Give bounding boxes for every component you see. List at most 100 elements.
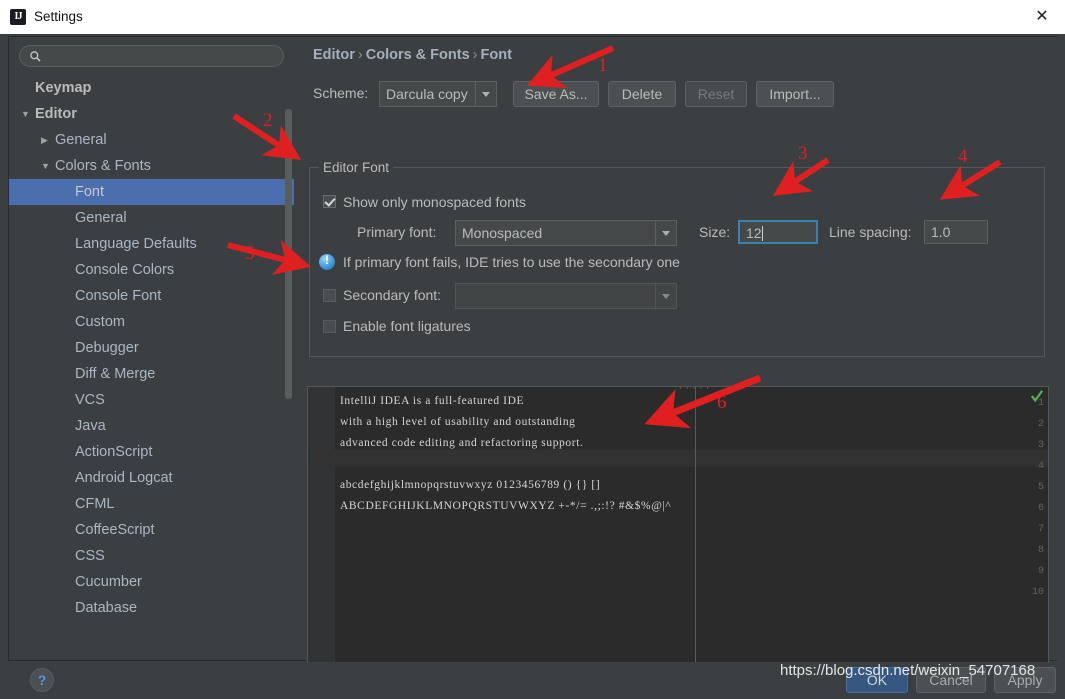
sidebar-item-label: Diff & Merge <box>75 366 156 382</box>
sidebar-item-label: ActionScript <box>75 444 153 460</box>
sidebar-item-label: Custom <box>75 314 125 330</box>
sidebar-item-general[interactable]: ▶ General <box>9 127 294 153</box>
size-label: Size: <box>699 224 731 240</box>
code-line: with a high level of usability and outst… <box>340 416 576 428</box>
sidebar-item-font[interactable]: Font <box>9 179 294 205</box>
sidebar-item-colors-fonts[interactable]: ▼ Colors & Fonts <box>9 153 294 179</box>
text-caret <box>762 226 763 241</box>
annotation-number-2: 2 <box>263 110 273 131</box>
sidebar-item-label: Language Defaults <box>75 236 197 252</box>
sidebar-item-label: Database <box>75 600 138 616</box>
size-input[interactable]: 12 <box>738 220 818 244</box>
help-button[interactable]: ? <box>30 668 54 692</box>
sidebar-item-cfml[interactable]: CFML <box>9 491 294 517</box>
chevron-down-icon[interactable] <box>475 82 496 106</box>
font-ligatures-checkbox[interactable] <box>323 320 336 333</box>
secondary-font-combo[interactable] <box>455 283 677 309</box>
sidebar-item-keymap[interactable]: Keymap <box>9 75 294 101</box>
sidebar-item-general[interactable]: General <box>9 205 294 231</box>
sidebar-item-actionscript[interactable]: ActionScript <box>9 439 294 465</box>
editor-font-group-title: Editor Font <box>319 160 394 175</box>
line-number: 2 <box>1037 419 1044 430</box>
scheme-value: Darcula copy <box>386 86 468 102</box>
chevron-right-icon[interactable]: ▶ <box>41 127 48 153</box>
annotation-number-5: 5 <box>245 243 255 264</box>
line-spacing-input[interactable]: 1.0 <box>924 220 988 244</box>
annotation-number-6: 6 <box>717 392 727 413</box>
sidebar-item-label: Cucumber <box>75 574 142 590</box>
secondary-font-checkbox[interactable] <box>323 289 336 302</box>
sidebar-item-label: Editor <box>35 106 77 122</box>
sidebar-item-label: Android Logcat <box>75 470 173 486</box>
chevron-down-icon[interactable]: ▼ <box>41 153 50 179</box>
sidebar-item-label: CoffeeScript <box>75 522 155 538</box>
code-line: ABCDEFGHIJKLMNOPQRSTUVWXYZ +-*/= .,;:!? … <box>340 500 672 512</box>
sidebar-item-console-font[interactable]: Console Font <box>9 283 294 309</box>
sidebar-item-label: Console Font <box>75 288 162 304</box>
info-icon <box>319 253 335 270</box>
annotation-number-3: 3 <box>798 143 808 164</box>
line-number: 3 <box>1037 440 1044 451</box>
sidebar-item-java[interactable]: Java <box>9 413 294 439</box>
sidebar-item-label: Console Colors <box>75 262 175 278</box>
editor-margin-marker: ····· <box>678 386 713 393</box>
import-button[interactable]: Import... <box>756 81 834 107</box>
editor-gutter <box>308 387 335 673</box>
show-monospaced-checkbox[interactable] <box>323 195 336 208</box>
sidebar-item-cucumber[interactable]: Cucumber <box>9 569 294 595</box>
line-number: 8 <box>1037 545 1044 556</box>
scheme-combo[interactable]: Darcula copy <box>379 81 497 107</box>
primary-font-combo[interactable]: Monospaced <box>455 220 677 246</box>
sidebar-item-diff-merge[interactable]: Diff & Merge <box>9 361 294 387</box>
primary-font-label: Primary font: <box>357 224 437 240</box>
editor-right-margin-guide <box>695 387 696 673</box>
search-input[interactable] <box>19 45 284 67</box>
line-number: 5 <box>1037 482 1044 493</box>
scheme-label: Scheme: <box>313 85 369 101</box>
sidebar-item-label: Font <box>75 184 105 200</box>
breadcrumb-editor: Editor <box>313 47 355 63</box>
delete-button[interactable]: Delete <box>608 81 676 107</box>
chevron-down-icon[interactable] <box>655 284 676 308</box>
sidebar-item-database[interactable]: Database <box>9 595 294 621</box>
line-number: 7 <box>1037 524 1044 535</box>
watermark-text: https://blog.csdn.net/weixin_54707168 <box>780 662 1036 679</box>
size-value: 12 <box>746 225 762 241</box>
line-number: 1 <box>1037 398 1044 409</box>
chevron-down-icon[interactable] <box>655 221 676 245</box>
sidebar-item-coffeescript[interactable]: CoffeeScript <box>9 517 294 543</box>
code-line: advanced code editing and refactoring su… <box>340 437 584 449</box>
sidebar-item-label: CSS <box>75 548 105 564</box>
settings-dialog: IJ Settings ✕ Keymap ▼ Editor ▶ General ▼ Colo… <box>0 0 1065 699</box>
sidebar-item-label: VCS <box>75 392 105 408</box>
code-line: IntelliJ IDEA is a full-featured IDE <box>340 395 525 407</box>
sidebar-item-label: General <box>55 132 107 148</box>
primary-font-value: Monospaced <box>462 225 543 241</box>
sidebar-item-label: Colors & Fonts <box>55 158 151 174</box>
save-as-button[interactable]: Save As... <box>513 81 599 107</box>
chevron-down-icon[interactable]: ▼ <box>21 101 30 127</box>
sidebar-item-editor[interactable]: ▼ Editor <box>9 101 294 127</box>
sidebar-item-android-logcat[interactable]: Android Logcat <box>9 465 294 491</box>
sidebar-item-custom[interactable]: Custom <box>9 309 294 335</box>
sidebar-item-label: General <box>75 210 127 226</box>
sidebar-item-label: Java <box>75 418 106 434</box>
breadcrumb-font: Font <box>480 47 512 63</box>
editor-current-line <box>308 450 1048 467</box>
secondary-font-label: Secondary font: <box>343 287 442 303</box>
sidebar-item-label: Keymap <box>35 80 92 96</box>
line-spacing-value: 1.0 <box>931 224 951 240</box>
settings-sidebar: Keymap ▼ Editor ▶ General ▼ Colors & Fonts Font… <box>9 37 294 660</box>
sidebar-item-label: Debugger <box>75 340 139 356</box>
sidebar-scrollbar-thumb[interactable] <box>285 109 292 399</box>
annotation-number-1: 1 <box>598 55 608 76</box>
sidebar-item-css[interactable]: CSS <box>9 543 294 569</box>
sidebar-item-vcs[interactable]: VCS <box>9 387 294 413</box>
sidebar-item-label: CFML <box>75 496 115 512</box>
window-title: Settings <box>34 9 83 24</box>
sidebar-item-debugger[interactable]: Debugger <box>9 335 294 361</box>
close-icon[interactable]: ✕ <box>1033 8 1051 26</box>
annotation-number-4: 4 <box>958 146 968 167</box>
font-preview-editor[interactable]: ····· 1 IntelliJ IDEA is a full-featured … <box>307 386 1049 674</box>
reset-button[interactable]: Reset <box>685 81 747 107</box>
